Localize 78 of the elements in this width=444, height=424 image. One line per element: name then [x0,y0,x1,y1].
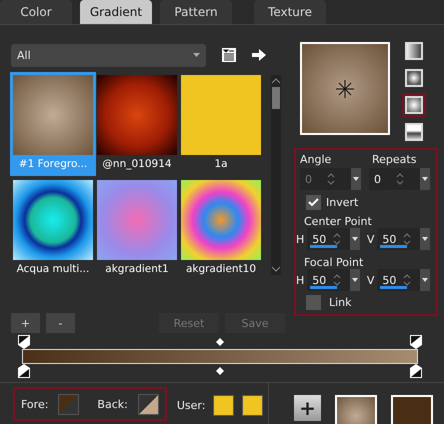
tab[interactable]: Texture [254,0,326,24]
midpoint-icon[interactable] [216,367,224,375]
scroll-up-icon[interactable] [271,77,281,85]
tab[interactable]: Pattern [160,0,232,24]
button[interactable]: + [11,313,40,333]
h-label: H [296,232,304,246]
link-checkbox[interactable] [306,295,321,310]
gradient-bar[interactable] [22,349,418,364]
back-swatch[interactable] [138,394,159,414]
section-label: Focal Point [304,256,364,269]
midpoint-icon[interactable] [216,338,224,346]
repeats-label: Repeats [372,153,416,166]
gradient-swatch[interactable] [181,75,261,155]
gradient-thumbnail[interactable] [335,395,377,424]
caret-icon [350,228,360,250]
fore-swatch[interactable] [58,394,80,414]
gradient-name: @nn_010914 [101,157,173,172]
gradient-style-button[interactable] [402,93,426,117]
spin-arrows-icon [403,273,412,287]
scrollbar[interactable] [271,75,281,275]
spin-arrows-icon [333,232,342,246]
scroll-down-icon[interactable] [271,265,281,273]
caret-icon [351,168,361,190]
gradient-swatch[interactable] [13,75,93,155]
caret-icon [420,269,430,291]
invert-checkbox[interactable] [306,195,321,210]
gradient-name: Acqua multi... [16,262,90,277]
user-label: User: [176,398,206,412]
number-field[interactable]: 50 [377,269,430,291]
arrow-right-icon[interactable] [252,49,266,61]
color-thumbnail[interactable] [391,395,433,424]
invert-label: Invert [326,196,358,209]
angle-label: Angle [300,153,332,166]
spin-arrows-icon [396,172,404,186]
color-stop-icon[interactable] [18,335,30,349]
gradient-style-button[interactable] [402,120,426,144]
number-field[interactable]: 50 [307,228,360,250]
list-view-icon[interactable] [222,48,236,62]
gradient-name: 1a [213,157,229,172]
number-field[interactable]: 50 [377,228,430,250]
gradient-swatch[interactable] [181,180,261,260]
center-marker-icon[interactable] [336,80,354,98]
fore-label: Fore: [21,398,48,410]
gradient-swatch[interactable] [97,180,177,260]
spin-arrows-icon [333,273,342,287]
back-label: Back: [97,398,128,410]
caret-icon [420,168,430,190]
gradient-style-button[interactable] [402,66,426,90]
color-stop-icon[interactable] [18,364,30,378]
caret-icon [350,269,360,291]
link-label: Link [329,296,352,309]
section-label: Center Point [304,215,372,228]
caret-icon [420,228,430,250]
user-swatch[interactable] [242,394,264,416]
gradient-name: akgradient1 [104,262,170,277]
caret-icon [193,53,200,57]
v-label: V [366,274,374,286]
add-button[interactable]: + [294,395,321,421]
scrollbar-thumb[interactable] [272,87,280,109]
check-icon [308,198,319,207]
gradient-name: akgradient10 [184,262,258,277]
spin-arrows-icon [326,172,334,186]
gradient-swatch[interactable] [13,180,93,260]
color-stop-icon[interactable] [410,335,422,349]
spin-arrows-icon [403,232,412,246]
number-field[interactable]: 50 [307,269,360,291]
user-swatch[interactable] [213,394,234,416]
number-field[interactable]: 0 [369,168,430,190]
h-label: H [296,274,304,286]
color-stop-icon[interactable] [410,364,422,378]
gradient-style-button[interactable] [402,39,426,63]
category-dropdown[interactable]: All [11,44,206,66]
v-label: V [366,232,374,246]
tab[interactable]: Color [0,0,72,24]
button[interactable]: - [46,313,75,333]
gradient-name: #1 Foregro... [10,155,96,176]
tab[interactable]: Gradient [80,0,152,24]
gradient-swatch[interactable] [97,75,177,155]
